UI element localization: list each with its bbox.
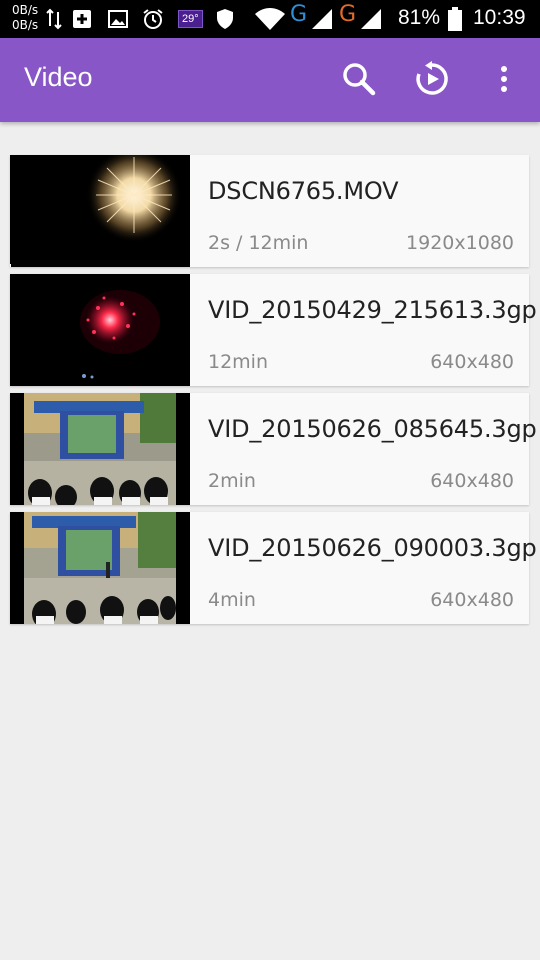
net-down: 0B/s — [12, 18, 39, 32]
video-title: VID_20150626_085645.3gp — [208, 415, 537, 443]
video-resolution: 1920x1080 — [406, 232, 514, 254]
video-duration: 2s / 12min — [208, 232, 309, 254]
playback-progress-bar — [10, 264, 190, 267]
net-up: 0B/s — [12, 3, 39, 17]
video-duration: 12min — [208, 351, 269, 373]
video-thumbnail — [10, 274, 190, 386]
more-vert-icon — [499, 65, 509, 98]
resume-icon — [414, 60, 450, 102]
add-box-icon — [72, 7, 92, 31]
video-thumbnail — [10, 512, 190, 624]
alarm-icon — [142, 7, 164, 31]
video-resolution: 640x480 — [430, 351, 514, 373]
video-resolution: 640x480 — [430, 470, 514, 492]
resume-button[interactable] — [409, 58, 455, 104]
list-item[interactable]: VID_20150626_085645.3gp 2min 640x480 — [10, 393, 537, 505]
list-item[interactable]: DSCN6765.MOV 2s / 12min 1920x1080 — [10, 155, 529, 267]
search-button[interactable] — [336, 58, 382, 104]
signal-icon — [311, 7, 333, 31]
video-thumbnail — [10, 393, 190, 505]
carrier-1: G — [290, 1, 308, 27]
temperature-icon: 29° — [178, 7, 203, 31]
shield-icon — [216, 7, 234, 31]
carrier-2: G — [339, 1, 357, 27]
image-icon — [108, 7, 128, 31]
battery-icon — [448, 7, 462, 31]
video-title: VID_20150429_215613.3gp — [208, 296, 537, 324]
video-resolution: 640x480 — [430, 589, 514, 611]
battery-percent: 81% — [398, 6, 441, 29]
video-title: DSCN6765.MOV — [208, 177, 399, 205]
video-thumbnail — [10, 155, 190, 267]
video-list: DSCN6765.MOV 2s / 12min 1920x1080 VID_20… — [10, 155, 537, 631]
signal-icon-2 — [360, 7, 382, 31]
data-transfer-icon — [46, 7, 62, 31]
video-duration: 4min — [208, 589, 256, 611]
network-speed: 0B/s 0B/s — [12, 3, 38, 33]
temperature-text: 29° — [178, 10, 203, 28]
clock: 10:39 — [473, 6, 526, 29]
video-duration: 2min — [208, 470, 256, 492]
page-title: Video — [24, 62, 93, 92]
list-item[interactable]: VID_20150429_215613.3gp 12min 640x480 — [10, 274, 537, 386]
video-title: VID_20150626_090003.3gp — [208, 534, 537, 562]
status-bar: 0B/s 0B/s 29° G G 81% 10:39 — [0, 0, 540, 38]
search-icon — [342, 62, 376, 101]
wifi-icon — [254, 7, 286, 31]
list-item[interactable]: VID_20150626_090003.3gp 4min 640x480 — [10, 512, 537, 624]
app-bar: Video — [0, 38, 540, 122]
playback-progress-fill — [10, 264, 11, 267]
more-options-button[interactable] — [481, 58, 527, 104]
